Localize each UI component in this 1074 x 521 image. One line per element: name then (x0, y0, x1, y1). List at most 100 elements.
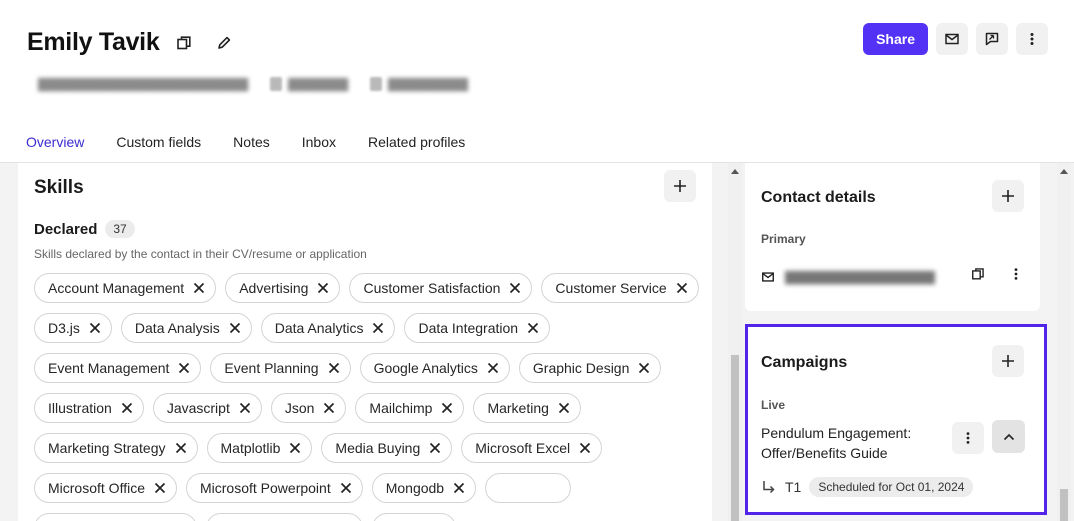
profile-meta-row: ▇▇▇▇▇▇▇▇▇▇▇▇▇▇▇▇▇▇▇▇▇ ▇▇▇▇▇▇ ▇▇▇▇▇▇▇▇ (38, 76, 468, 92)
skill-chip-partial (206, 513, 363, 521)
plus-icon (674, 180, 686, 192)
remove-skill-icon[interactable] (238, 401, 252, 415)
tab-notes[interactable]: Notes (225, 126, 278, 164)
scroll-up-arrow-icon[interactable] (731, 169, 739, 174)
location-pin-icon (369, 77, 382, 91)
skill-chip-label: Customer Satisfaction (363, 280, 501, 296)
remove-skill-icon[interactable] (428, 441, 442, 455)
remove-skill-icon[interactable] (288, 441, 302, 455)
remove-skill-icon[interactable] (637, 361, 651, 375)
skill-chip-label: Google Analytics (373, 360, 478, 376)
remove-skill-icon[interactable] (177, 361, 191, 375)
skill-chip: Advertising (225, 273, 341, 303)
scrollbar-thumb[interactable] (1060, 489, 1068, 521)
skill-chip-label: Customer Service (555, 280, 667, 296)
add-campaign-button[interactable] (992, 345, 1024, 377)
copy-icon[interactable] (173, 32, 195, 54)
contact-details-title: Contact details (761, 189, 876, 206)
remove-skill-icon[interactable] (88, 321, 102, 335)
skill-chip: Microsoft Excel (461, 433, 603, 463)
scrollbar-thumb[interactable] (731, 355, 739, 521)
skill-chip: Event Planning (210, 353, 351, 383)
chevron-up-icon (1003, 433, 1014, 440)
skill-chip-label: Mongodb (385, 480, 445, 496)
campaigns-card: Campaigns Live Pendulum Engagement: Offe… (745, 324, 1047, 515)
meta-item-company: ▇▇▇▇▇▇ (269, 76, 348, 92)
more-options-button[interactable] (1016, 23, 1048, 55)
skill-chip: Microsoft Office (34, 473, 177, 503)
declared-header: Declared 37 (34, 220, 135, 238)
remove-skill-icon[interactable] (327, 361, 341, 375)
remove-skill-icon[interactable] (452, 481, 466, 495)
skill-chip-partial (372, 513, 456, 521)
remove-skill-icon[interactable] (174, 441, 188, 455)
skill-chip-label: Media Buying (335, 440, 421, 456)
copy-icon[interactable] (971, 267, 985, 286)
skill-chip: Account Management (34, 273, 217, 303)
skill-chip-label: D3.js (48, 320, 80, 336)
skill-chip-label: Illustration (48, 400, 112, 416)
skill-chip: Json (270, 393, 347, 423)
tab-overview[interactable]: Overview (18, 126, 93, 164)
campaign-collapse-button[interactable] (992, 420, 1025, 453)
plus-icon (1002, 355, 1014, 367)
subdirectory-arrow-icon (763, 481, 775, 494)
redacted-text: ▇▇▇▇▇▇▇▇▇▇▇▇▇▇▇▇▇▇▇▇▇ (38, 76, 248, 91)
skill-chip: D3.js (34, 313, 112, 343)
sidebar-scrollbar[interactable] (1057, 163, 1071, 521)
skill-chip-label: Data Integration (418, 320, 519, 336)
remove-skill-icon[interactable] (120, 401, 134, 415)
remove-skill-icon[interactable] (322, 401, 336, 415)
remove-skill-icon[interactable] (228, 321, 242, 335)
skill-chip: Matplotlib (206, 433, 313, 463)
share-button[interactable]: Share (863, 23, 928, 55)
skill-chip: Media Buying (321, 433, 453, 463)
add-contact-detail-button[interactable] (992, 180, 1024, 212)
more-vertical-icon[interactable] (1009, 267, 1023, 286)
tab-custom-fields[interactable]: Custom fields (108, 126, 209, 164)
campaign-more-button[interactable] (952, 422, 984, 454)
redacted-text: ▇▇▇▇▇▇▇▇ (387, 76, 468, 91)
mail-icon (762, 271, 774, 282)
skill-chip: Event Management (34, 353, 202, 383)
remove-skill-icon[interactable] (192, 281, 206, 295)
tab-related-profiles[interactable]: Related profiles (360, 126, 473, 164)
scroll-up-arrow-icon[interactable] (1060, 169, 1068, 174)
tab-inbox[interactable]: Inbox (294, 126, 344, 164)
plus-icon (1002, 190, 1014, 202)
skill-chip-label: Marketing Strategy (48, 440, 166, 456)
remove-skill-icon[interactable] (486, 361, 500, 375)
skills-scrollbar[interactable] (728, 163, 742, 521)
schedule-badge: Scheduled for Oct 01, 2024 (809, 477, 974, 497)
campaign-name[interactable]: Pendulum Engagement: Offer/Benefits Guid… (761, 423, 941, 463)
skill-chip-partial (34, 513, 197, 521)
remove-skill-icon[interactable] (153, 481, 167, 495)
edit-pencil-icon[interactable] (213, 32, 235, 54)
skill-chip: Graphic Design (518, 353, 662, 383)
building-icon (269, 77, 282, 91)
remove-skill-icon[interactable] (508, 281, 522, 295)
skill-chip-label: Mailchimp (369, 400, 433, 416)
message-button[interactable] (976, 23, 1008, 55)
email-button[interactable] (936, 23, 968, 55)
skill-chip: Mongodb (371, 473, 477, 503)
skills-card: Skills Declared 37 Skills declared by th… (18, 163, 712, 521)
remove-skill-icon[interactable] (675, 281, 689, 295)
remove-skill-icon[interactable] (316, 281, 330, 295)
campaign-step-label: T1 (785, 479, 802, 495)
remove-skill-icon[interactable] (557, 401, 571, 415)
skill-chip-label: Event Management (48, 360, 170, 376)
remove-skill-icon[interactable] (526, 321, 540, 335)
remove-skill-icon[interactable] (339, 481, 353, 495)
skill-chip-label: Microsoft Powerpoint (200, 480, 331, 496)
remove-skill-icon[interactable] (440, 401, 454, 415)
skill-chip: Data Analysis (120, 313, 252, 343)
remove-skill-icon[interactable] (371, 321, 385, 335)
remove-skill-icon[interactable] (578, 441, 592, 455)
skill-chip: Javascript (152, 393, 262, 423)
skill-chip: Mailchimp (355, 393, 465, 423)
skill-chip-label: Microsoft Excel (475, 440, 571, 456)
skill-chip-label: Account Management (48, 280, 185, 296)
skill-chip: Google Analytics (359, 353, 510, 383)
add-skill-button[interactable] (664, 170, 696, 202)
